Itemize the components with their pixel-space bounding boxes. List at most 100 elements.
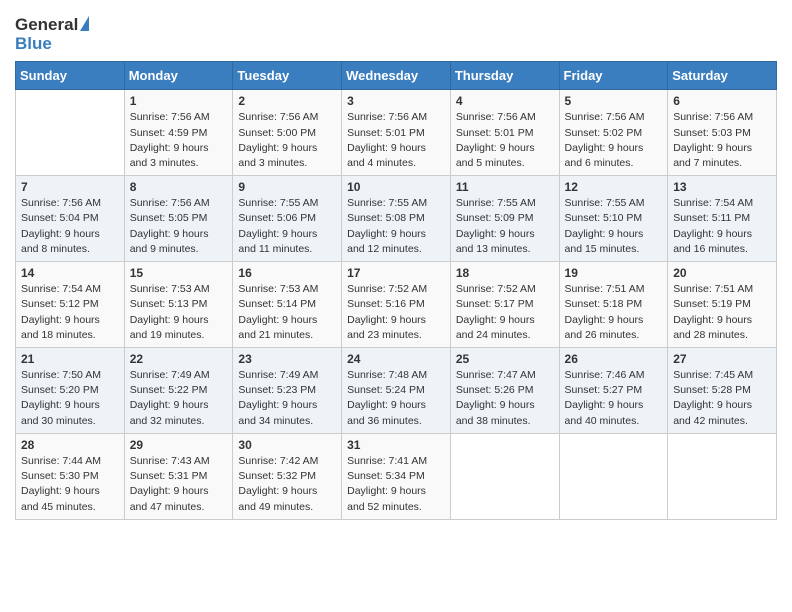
day-number: 18 — [456, 266, 554, 280]
day-info: Sunrise: 7:55 AM Sunset: 5:06 PM Dayligh… — [238, 196, 336, 257]
day-number: 24 — [347, 352, 445, 366]
calendar-table: SundayMondayTuesdayWednesdayThursdayFrid… — [15, 61, 777, 519]
day-cell: 1Sunrise: 7:56 AM Sunset: 4:59 PM Daylig… — [124, 90, 233, 176]
day-info: Sunrise: 7:56 AM Sunset: 5:02 PM Dayligh… — [565, 110, 663, 171]
day-info: Sunrise: 7:48 AM Sunset: 5:24 PM Dayligh… — [347, 368, 445, 429]
day-info: Sunrise: 7:54 AM Sunset: 5:12 PM Dayligh… — [21, 282, 119, 343]
day-info: Sunrise: 7:49 AM Sunset: 5:22 PM Dayligh… — [130, 368, 228, 429]
day-cell: 5 Sunrise: 7:56 AM Sunset: 5:02 PM Daylig… — [559, 90, 668, 176]
day-number: 20 — [673, 266, 771, 280]
day-number: 27 — [673, 352, 771, 366]
day-number: 23 — [238, 352, 336, 366]
day-info: Sunrise: 7:56 AM Sunset: 4:59 PM Dayligh… — [130, 110, 228, 171]
day-info: Sunrise: 7:55 AM Sunset: 5:08 PM Dayligh… — [347, 196, 445, 257]
day-cell: 15 Sunrise: 7:53 AM Sunset: 5:13 PM Dayli… — [124, 262, 233, 348]
day-info: Sunrise: 7:55 AM Sunset: 5:10 PM Dayligh… — [565, 196, 663, 257]
header-saturday: Saturday — [668, 62, 777, 90]
day-number: 5 — [565, 94, 663, 108]
day-cell: 30 Sunrise: 7:42 AM Sunset: 5:32 PM Dayli… — [233, 433, 342, 519]
day-number: 6 — [673, 94, 771, 108]
day-info: Sunrise: 7:41 AM Sunset: 5:34 PM Dayligh… — [347, 454, 445, 515]
day-number: 10 — [347, 180, 445, 194]
day-cell: 27 Sunrise: 7:45 AM Sunset: 5:28 PM Dayli… — [668, 348, 777, 434]
day-cell: 28 Sunrise: 7:44 AM Sunset: 5:30 PM Dayli… — [16, 433, 125, 519]
day-cell: 22 Sunrise: 7:49 AM Sunset: 5:22 PM Dayli… — [124, 348, 233, 434]
day-info: Sunrise: 7:49 AM Sunset: 5:23 PM Dayligh… — [238, 368, 336, 429]
day-cell — [450, 433, 559, 519]
day-cell: 24 Sunrise: 7:48 AM Sunset: 5:24 PM Dayli… — [342, 348, 451, 434]
day-info: Sunrise: 7:56 AM Sunset: 5:01 PM Dayligh… — [456, 110, 554, 171]
day-cell: 26Sunrise: 7:46 AM Sunset: 5:27 PM Dayli… — [559, 348, 668, 434]
day-number: 19 — [565, 266, 663, 280]
day-cell: 19 Sunrise: 7:51 AM Sunset: 5:18 PM Dayli… — [559, 262, 668, 348]
day-info: Sunrise: 7:45 AM Sunset: 5:28 PM Dayligh… — [673, 368, 771, 429]
logo-blue: Blue — [15, 35, 52, 54]
day-cell — [16, 90, 125, 176]
day-cell: 20 Sunrise: 7:51 AM Sunset: 5:19 PM Dayli… — [668, 262, 777, 348]
day-number: 11 — [456, 180, 554, 194]
day-cell: 21 Sunrise: 7:50 AM Sunset: 5:20 PM Dayli… — [16, 348, 125, 434]
day-info: Sunrise: 7:53 AM Sunset: 5:13 PM Dayligh… — [130, 282, 228, 343]
calendar-header-row: SundayMondayTuesdayWednesdayThursdayFrid… — [16, 62, 777, 90]
header-wednesday: Wednesday — [342, 62, 451, 90]
day-number: 21 — [21, 352, 119, 366]
day-cell: 6Sunrise: 7:56 AM Sunset: 5:03 PM Daylig… — [668, 90, 777, 176]
day-number: 29 — [130, 438, 228, 452]
day-cell: 23 Sunrise: 7:49 AM Sunset: 5:23 PM Dayli… — [233, 348, 342, 434]
day-info: Sunrise: 7:56 AM Sunset: 5:00 PM Dayligh… — [238, 110, 336, 171]
logo-general: General — [15, 16, 89, 35]
day-info: Sunrise: 7:47 AM Sunset: 5:26 PM Dayligh… — [456, 368, 554, 429]
day-cell: 8 Sunrise: 7:56 AM Sunset: 5:05 PM Daylig… — [124, 176, 233, 262]
day-number: 30 — [238, 438, 336, 452]
day-number: 16 — [238, 266, 336, 280]
day-cell: 9 Sunrise: 7:55 AM Sunset: 5:06 PM Daylig… — [233, 176, 342, 262]
day-info: Sunrise: 7:52 AM Sunset: 5:16 PM Dayligh… — [347, 282, 445, 343]
day-info: Sunrise: 7:54 AM Sunset: 5:11 PM Dayligh… — [673, 196, 771, 257]
week-row-3: 14Sunrise: 7:54 AM Sunset: 5:12 PM Dayli… — [16, 262, 777, 348]
day-cell: 18Sunrise: 7:52 AM Sunset: 5:17 PM Dayli… — [450, 262, 559, 348]
day-cell — [559, 433, 668, 519]
day-number: 15 — [130, 266, 228, 280]
day-number: 9 — [238, 180, 336, 194]
day-info: Sunrise: 7:55 AM Sunset: 5:09 PM Dayligh… — [456, 196, 554, 257]
header-thursday: Thursday — [450, 62, 559, 90]
day-cell: 10 Sunrise: 7:55 AM Sunset: 5:08 PM Dayli… — [342, 176, 451, 262]
day-cell: 13 Sunrise: 7:54 AM Sunset: 5:11 PM Dayli… — [668, 176, 777, 262]
day-info: Sunrise: 7:56 AM Sunset: 5:01 PM Dayligh… — [347, 110, 445, 171]
day-number: 7 — [21, 180, 119, 194]
day-cell: 16 Sunrise: 7:53 AM Sunset: 5:14 PM Dayli… — [233, 262, 342, 348]
day-cell: 11 Sunrise: 7:55 AM Sunset: 5:09 PM Dayli… — [450, 176, 559, 262]
logo: General Blue — [15, 16, 89, 53]
day-number: 28 — [21, 438, 119, 452]
day-number: 2 — [238, 94, 336, 108]
day-cell: 31 Sunrise: 7:41 AM Sunset: 5:34 PM Dayli… — [342, 433, 451, 519]
day-info: Sunrise: 7:51 AM Sunset: 5:18 PM Dayligh… — [565, 282, 663, 343]
week-row-4: 21 Sunrise: 7:50 AM Sunset: 5:20 PM Dayli… — [16, 348, 777, 434]
day-number: 13 — [673, 180, 771, 194]
day-info: Sunrise: 7:56 AM Sunset: 5:05 PM Dayligh… — [130, 196, 228, 257]
week-row-2: 7Sunrise: 7:56 AM Sunset: 5:04 PM Daylig… — [16, 176, 777, 262]
day-number: 12 — [565, 180, 663, 194]
header: General Blue — [15, 10, 777, 53]
header-tuesday: Tuesday — [233, 62, 342, 90]
day-cell: 3 Sunrise: 7:56 AM Sunset: 5:01 PM Daylig… — [342, 90, 451, 176]
day-info: Sunrise: 7:51 AM Sunset: 5:19 PM Dayligh… — [673, 282, 771, 343]
day-number: 31 — [347, 438, 445, 452]
day-number: 8 — [130, 180, 228, 194]
day-cell — [668, 433, 777, 519]
day-info: Sunrise: 7:46 AM Sunset: 5:27 PM Dayligh… — [565, 368, 663, 429]
day-number: 22 — [130, 352, 228, 366]
header-sunday: Sunday — [16, 62, 125, 90]
header-monday: Monday — [124, 62, 233, 90]
day-info: Sunrise: 7:42 AM Sunset: 5:32 PM Dayligh… — [238, 454, 336, 515]
day-info: Sunrise: 7:50 AM Sunset: 5:20 PM Dayligh… — [21, 368, 119, 429]
day-info: Sunrise: 7:44 AM Sunset: 5:30 PM Dayligh… — [21, 454, 119, 515]
day-cell: 14Sunrise: 7:54 AM Sunset: 5:12 PM Dayli… — [16, 262, 125, 348]
day-number: 17 — [347, 266, 445, 280]
day-info: Sunrise: 7:53 AM Sunset: 5:14 PM Dayligh… — [238, 282, 336, 343]
day-cell: 2 Sunrise: 7:56 AM Sunset: 5:00 PM Daylig… — [233, 90, 342, 176]
day-cell: 7Sunrise: 7:56 AM Sunset: 5:04 PM Daylig… — [16, 176, 125, 262]
day-cell: 25Sunrise: 7:47 AM Sunset: 5:26 PM Dayli… — [450, 348, 559, 434]
day-number: 3 — [347, 94, 445, 108]
day-cell: 4Sunrise: 7:56 AM Sunset: 5:01 PM Daylig… — [450, 90, 559, 176]
